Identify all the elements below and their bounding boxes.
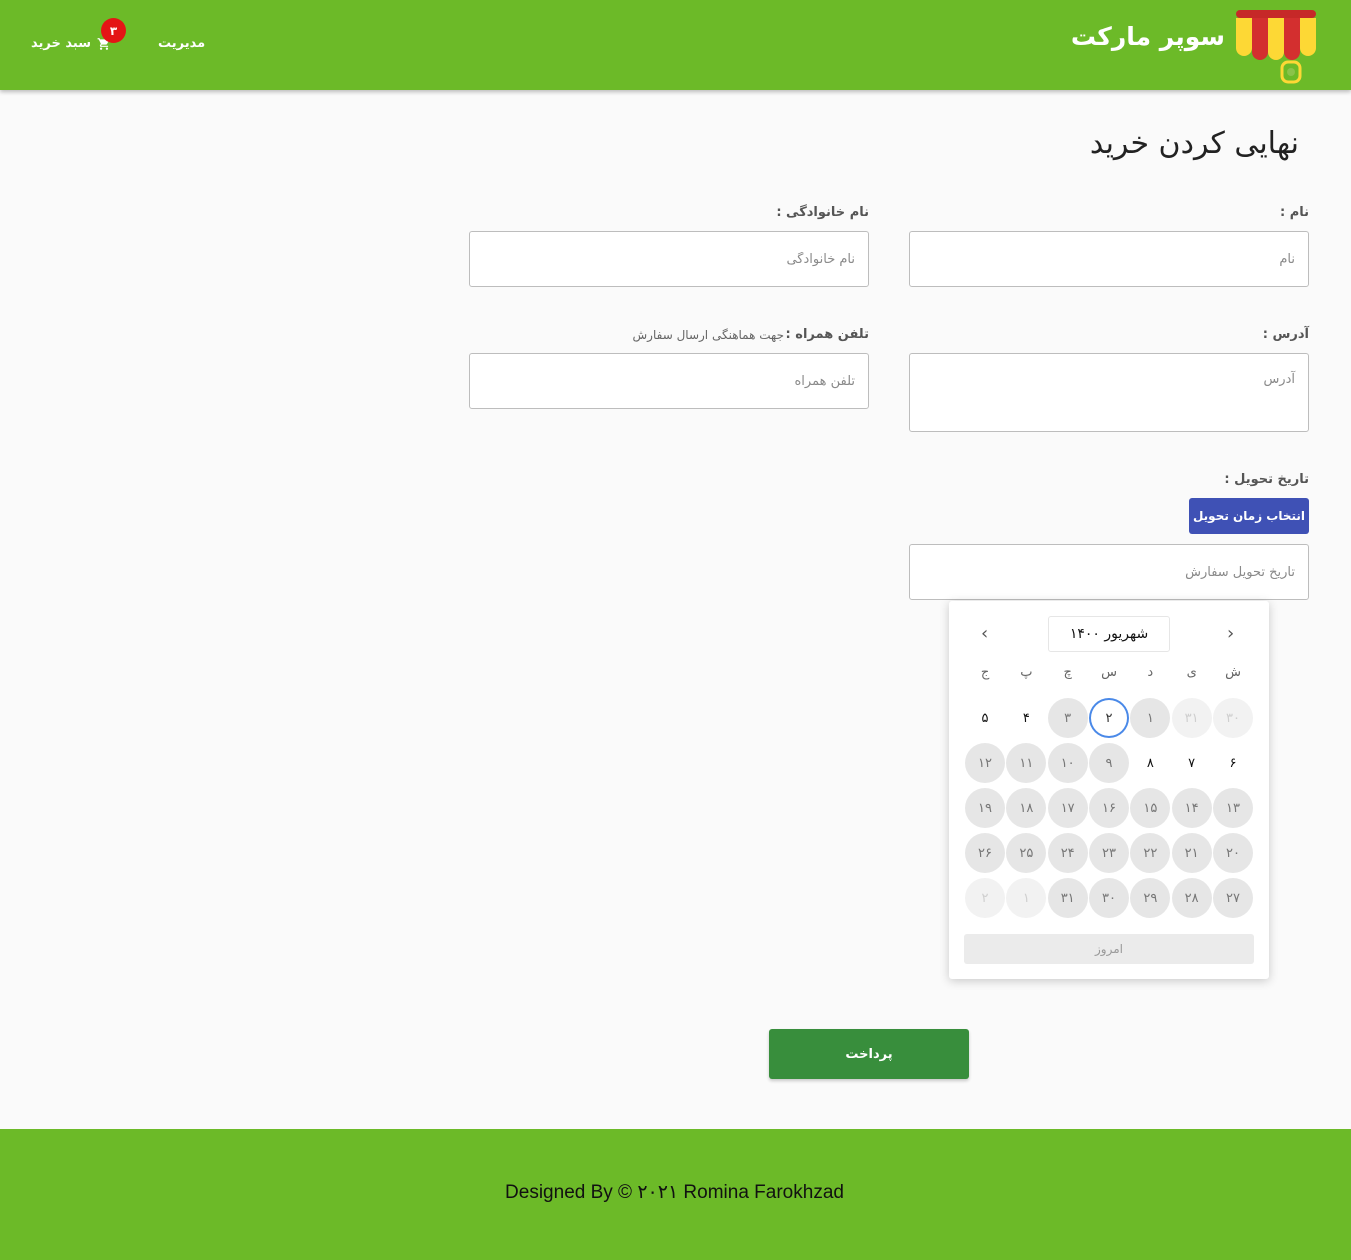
calendar-day: ۱۴ [1171, 788, 1212, 828]
phone-hint: جهت هماهنگی ارسال سفارش [632, 328, 784, 342]
calendar-day: ۱۸ [1006, 788, 1047, 828]
top-navbar: سوپر مارکت مدیریت سبد خرید ۳ [0, 0, 1351, 90]
today-button[interactable]: امروز [964, 934, 1254, 964]
cart-count-badge: ۳ [101, 18, 126, 43]
calendar-day: ۱۶ [1089, 788, 1129, 828]
calendar-day: ۱۱ [1006, 743, 1047, 783]
calendar-day: ۲۸ [1171, 878, 1212, 918]
calendar-day: ۳۱ [1047, 878, 1088, 918]
chevron-left-icon[interactable]: ‹ [981, 625, 991, 643]
calendar-day: ۱۳ [1213, 788, 1253, 828]
weekday-header: د [1147, 665, 1154, 680]
calendar-day: ۲۹ [1130, 878, 1171, 918]
calendar-day[interactable]: ۷ [1172, 743, 1212, 783]
market-awning-icon[interactable] [1232, 6, 1320, 86]
nav-cart-link[interactable]: سبد خرید [31, 36, 111, 51]
calendar-day: ۲۶ [965, 833, 1006, 873]
calendar-day: ۲۴ [1047, 833, 1088, 873]
weekday-header: س [1101, 665, 1117, 680]
pay-button[interactable]: پرداخت [769, 1029, 969, 1079]
calendar-day: ۲۷ [1213, 878, 1253, 918]
cart-label: سبد خرید [31, 36, 91, 51]
month-year-selector[interactable]: شهریور ۱۴۰۰ [1048, 616, 1170, 652]
weekday-header: ی [1186, 665, 1197, 680]
weekday-header: چ [1063, 665, 1072, 680]
first-name-input[interactable] [909, 231, 1309, 287]
calendar-day: ۱۹ [965, 788, 1006, 828]
last-name-label: نام خانوادگی : [776, 205, 869, 220]
calendar-day: ۱۷ [1047, 788, 1088, 828]
month-year-label: شهریور ۱۴۰۰ [1069, 626, 1149, 642]
weekday-header: پ [1020, 665, 1033, 680]
calendar-day: ۳۰ [1213, 698, 1253, 738]
calendar-day[interactable]: ۵ [965, 698, 1005, 738]
calendar-day: ۱ [1130, 698, 1171, 738]
delivery-date-label: تاریخ تحویل : [1224, 472, 1309, 487]
calendar-day[interactable]: ۴ [1006, 698, 1046, 738]
calendar-day: ۲۵ [1006, 833, 1047, 873]
calendar-day[interactable]: ۶ [1213, 743, 1253, 783]
address-textarea[interactable] [909, 353, 1309, 432]
calendar-day: ۳۱ [1171, 698, 1212, 738]
calendar-day: ۱۵ [1130, 788, 1171, 828]
calendar-day: ۱۲ [965, 743, 1006, 783]
calendar-day: ۲۲ [1130, 833, 1171, 873]
calendar-day: ۱ [1006, 878, 1047, 918]
calendar-day: ۲ [965, 878, 1006, 918]
footer: Designed By © ۲۰۲۱ Romina Farokhzad [0, 1129, 1351, 1260]
calendar-day[interactable]: ۸ [1130, 743, 1170, 783]
phone-label: تلفن همراه : [785, 327, 869, 342]
calendar-day: ۲۱ [1171, 833, 1212, 873]
calendar-day[interactable]: ۲ [1089, 698, 1129, 738]
chevron-right-icon[interactable]: › [1227, 625, 1237, 643]
first-name-label: نام : [1279, 205, 1309, 220]
phone-input[interactable] [469, 353, 869, 409]
date-picker: › ‹ شهریور ۱۴۰۰ شیدسچپج ۳۰ ۳۱ ۱ ۲ ۳ ۴ ۵ ۶ ۷ ۸ ۹ ۱۰ ۱… [949, 601, 1269, 979]
delivery-date-input[interactable] [909, 544, 1309, 600]
pick-delivery-time-button[interactable]: انتخاب زمان تحویل [1189, 498, 1309, 534]
calendar-day: ۲۳ [1089, 833, 1129, 873]
brand-name[interactable]: سوپر مارکت [1071, 22, 1225, 51]
calendar-day: ۳ [1047, 698, 1088, 738]
page-title: نهایی کردن خرید [1089, 126, 1299, 161]
last-name-input[interactable] [469, 231, 869, 287]
weekday-header: ش [1225, 665, 1241, 680]
calendar-day: ۳۰ [1089, 878, 1129, 918]
weekday-header: ج [980, 665, 990, 680]
calendar-day: ۲۰ [1213, 833, 1253, 873]
calendar-day: ۹ [1089, 743, 1129, 783]
address-label: آدرس : [1262, 327, 1309, 342]
footer-credit: Designed By © ۲۰۲۱ Romina Farokhzad [505, 1182, 844, 1203]
nav-admin-link[interactable]: مدیریت [158, 36, 205, 51]
calendar-day: ۱۰ [1047, 743, 1088, 783]
